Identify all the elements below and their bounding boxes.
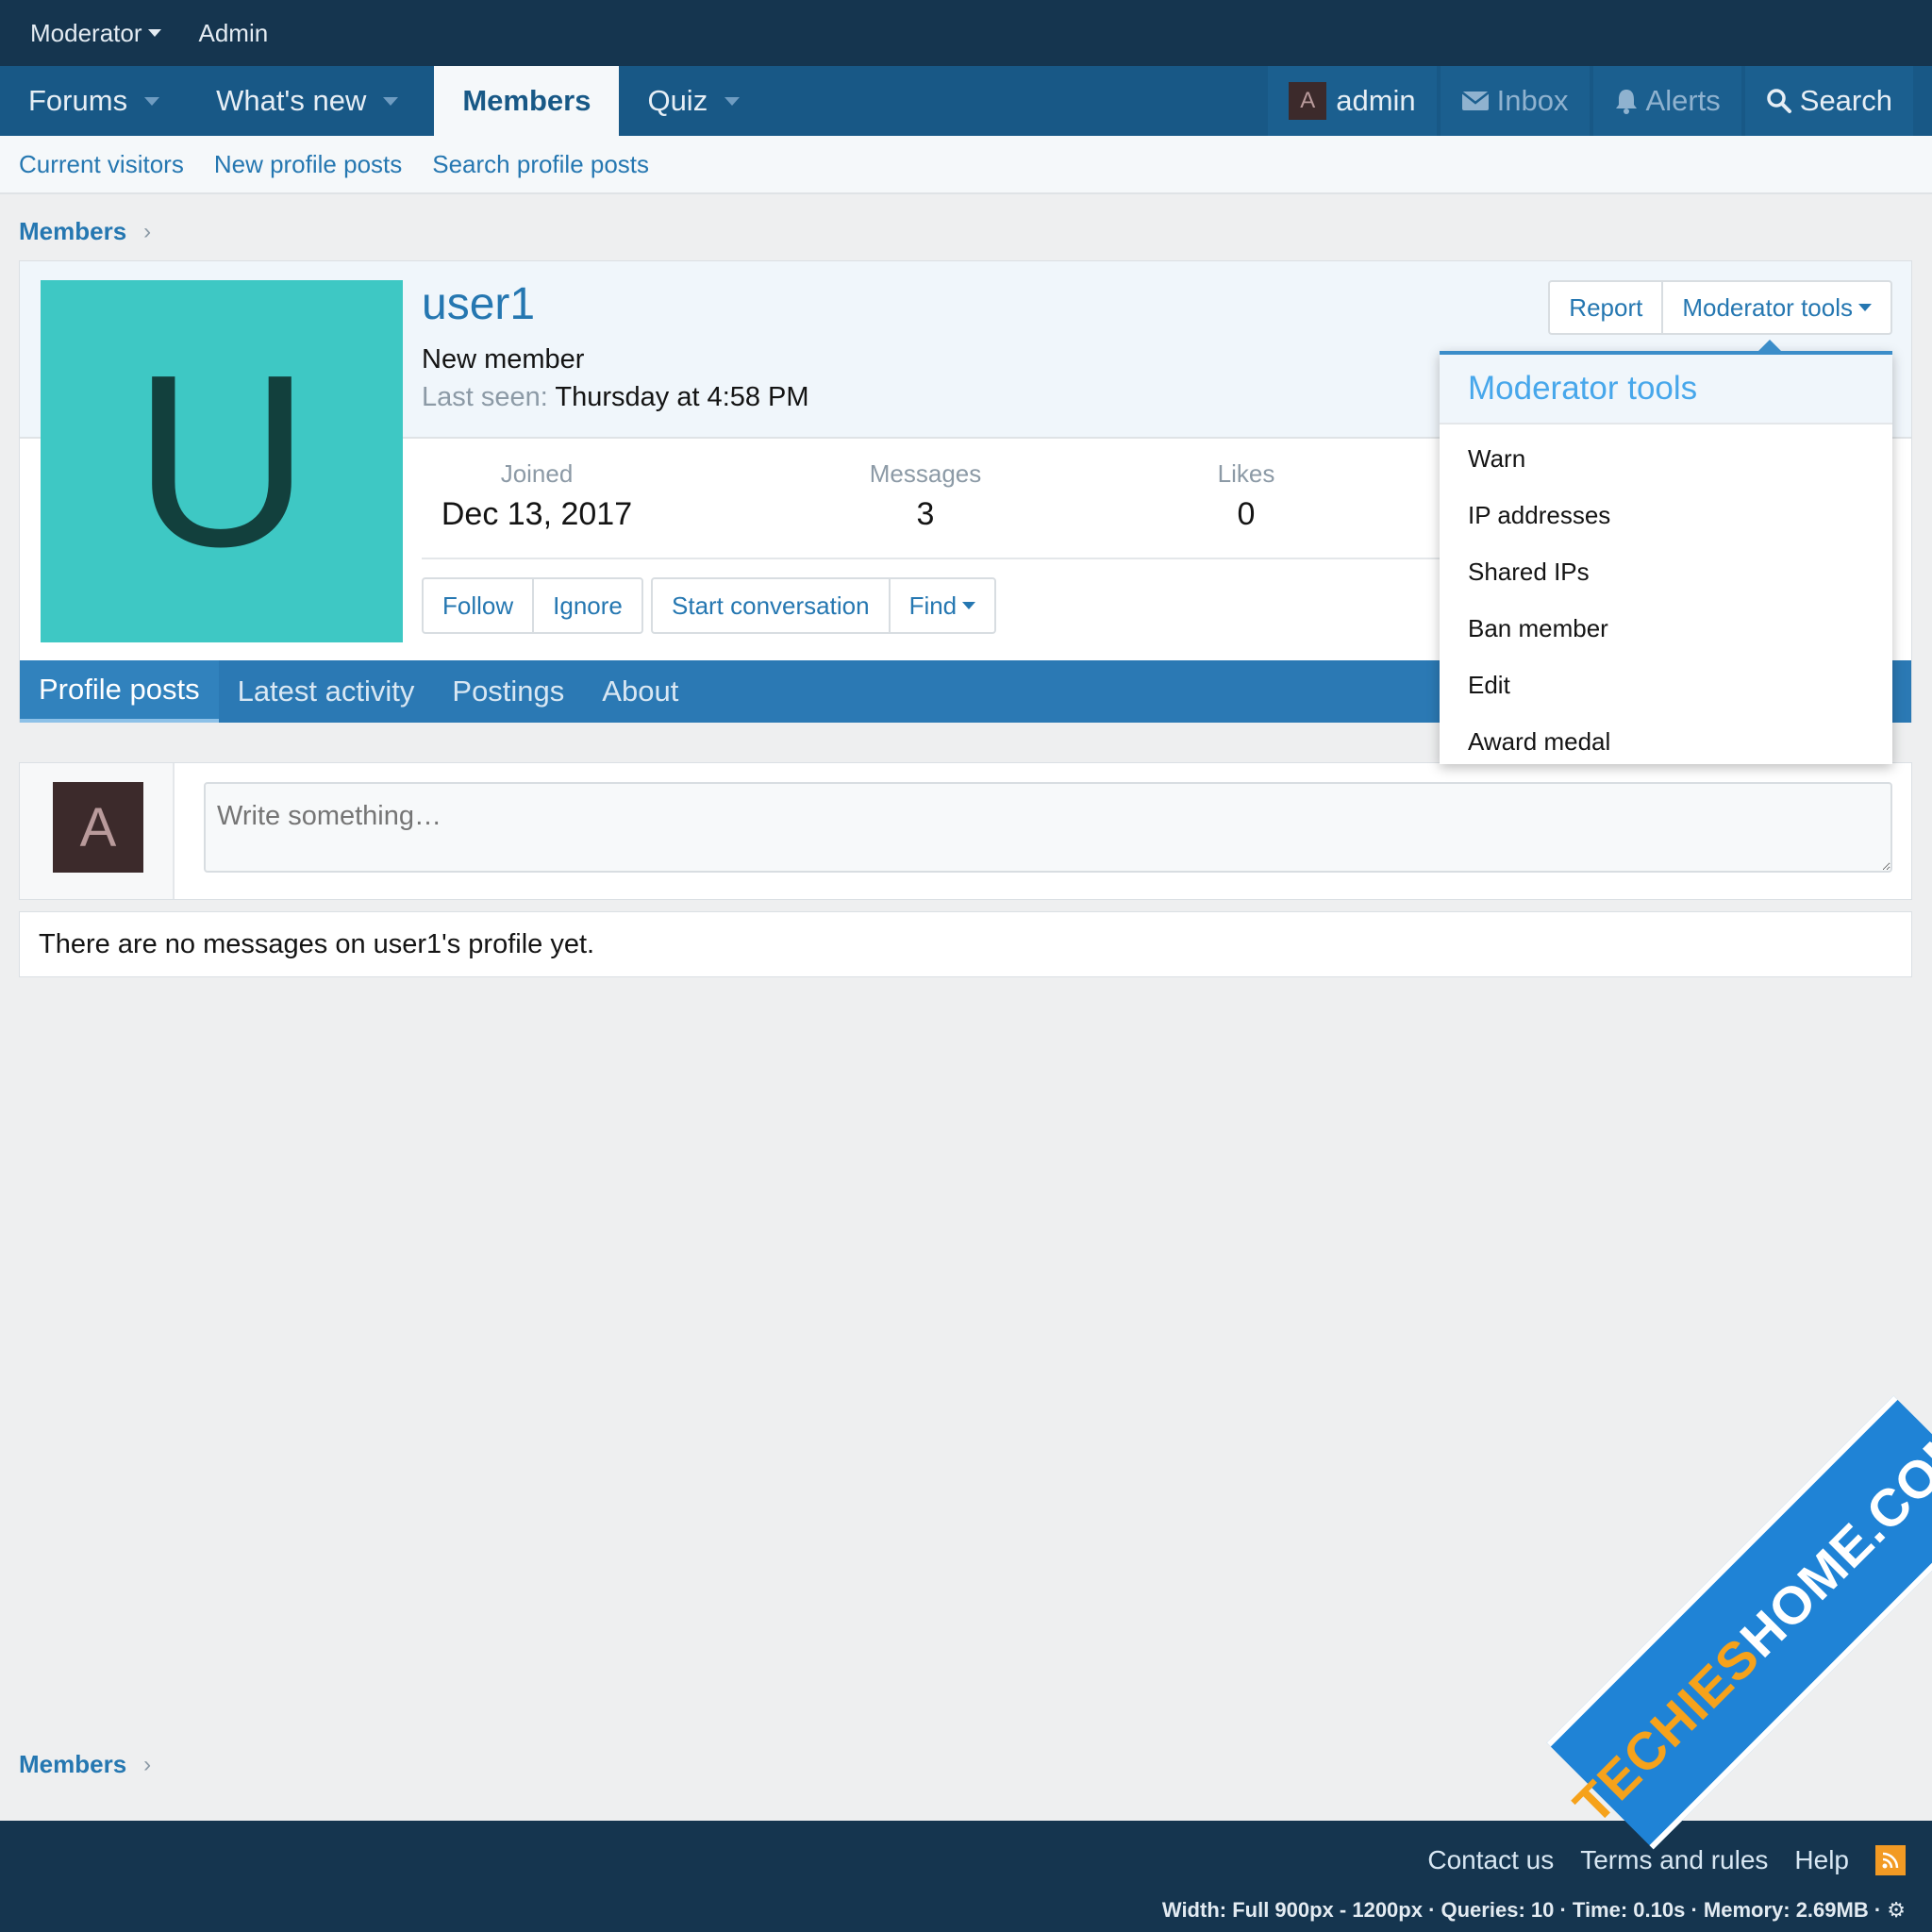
tab-latest-activity[interactable]: Latest activity (219, 660, 434, 723)
tab-about[interactable]: About (583, 660, 697, 723)
tab-label: Quiz (647, 84, 708, 117)
envelope-icon (1460, 91, 1490, 111)
rss-icon[interactable] (1875, 1845, 1906, 1875)
tab-label: Forums (28, 84, 128, 117)
chevron-down-icon (962, 602, 976, 609)
find-button[interactable]: Find (891, 579, 995, 632)
ignore-button[interactable]: Ignore (534, 579, 641, 632)
chevron-down-icon (147, 29, 161, 37)
moderator-menu-link[interactable]: Moderator (30, 19, 161, 48)
stat-value: 3 (916, 496, 935, 532)
moderator-tools-label: Moderator tools (1682, 292, 1853, 322)
follow-ignore-group: Follow Ignore (422, 577, 643, 634)
stat-label: Likes (1217, 459, 1275, 488)
account-nav: A admin Inbox Alerts Search (1264, 66, 1932, 136)
footer-links: Contact us Terms and rules Help (1401, 1845, 1906, 1875)
avatar[interactable]: U (41, 280, 403, 642)
inbox-label: Inbox (1496, 84, 1569, 117)
breadcrumb[interactable]: Members › (19, 217, 151, 246)
menu-arrow (1757, 340, 1783, 353)
stat-label: Joined (500, 459, 574, 488)
debug-info: Width: Full 900px - 1200px · Queries: 10… (1161, 1898, 1906, 1922)
new-profile-posts-link[interactable]: New profile posts (214, 150, 402, 179)
tab-members[interactable]: Members (434, 66, 620, 136)
menu-title: Moderator tools (1440, 355, 1892, 425)
search-link[interactable]: Search (1744, 66, 1913, 136)
breadcrumb-members[interactable]: Members (19, 1750, 126, 1779)
contact-us-link[interactable]: Contact us (1427, 1845, 1554, 1875)
chevron-down-icon[interactable] (144, 96, 160, 106)
divider (422, 558, 1459, 559)
chevron-down-icon[interactable] (724, 96, 741, 106)
menu-items: Warn IP addresses Shared IPs Ban member … (1440, 425, 1892, 770)
search-profile-posts-link[interactable]: Search profile posts (432, 150, 649, 179)
report-button[interactable]: Report (1550, 282, 1664, 333)
main-nav: Forums What's new Members Quiz A admin I… (0, 66, 1932, 136)
watermark-logo: TECHIES HOME.COM (1546, 1395, 1932, 1850)
stat-value: Dec 13, 2017 (441, 496, 633, 532)
menu-item-ip-addresses[interactable]: IP addresses (1440, 487, 1892, 543)
tab-forums[interactable]: Forums (0, 66, 188, 136)
member-actions: Report Moderator tools (1548, 280, 1892, 335)
write-something-input[interactable] (204, 782, 1892, 873)
breadcrumb-members[interactable]: Members (19, 217, 126, 246)
tab-whats-new[interactable]: What's new (188, 66, 426, 136)
stat-likes: Likes 0 (1152, 459, 1341, 533)
menu-item-shared-ips[interactable]: Shared IPs (1440, 543, 1892, 600)
post-avatar-column: A (20, 763, 175, 899)
search-icon (1766, 88, 1792, 114)
sub-nav: Current visitors New profile posts Searc… (0, 136, 1932, 194)
alerts-label: Alerts (1645, 84, 1721, 117)
watermark-rest: HOME.COM (1728, 1410, 1932, 1668)
menu-item-award-medal[interactable]: Award medal (1440, 713, 1892, 770)
empty-message: There are no messages on user1's profile… (19, 911, 1912, 977)
terms-link[interactable]: Terms and rules (1580, 1845, 1768, 1875)
last-seen: Last seen: Thursday at 4:58 PM (422, 382, 809, 413)
chevron-down-icon (1858, 304, 1872, 311)
menu-item-edit[interactable]: Edit (1440, 657, 1892, 713)
breadcrumb-bottom[interactable]: Members › (19, 1750, 151, 1779)
admin-link[interactable]: Admin (199, 19, 269, 48)
account-link[interactable]: A admin (1268, 66, 1437, 136)
tab-quiz[interactable]: Quiz (619, 66, 768, 136)
current-visitors-link[interactable]: Current visitors (19, 150, 184, 179)
last-seen-label: Last seen: (422, 382, 548, 412)
tab-profile-posts[interactable]: Profile posts (20, 660, 219, 723)
profile-post-form: A (19, 762, 1912, 900)
search-label: Search (1799, 84, 1892, 117)
help-link[interactable]: Help (1794, 1845, 1849, 1875)
avatar[interactable]: A (53, 782, 143, 873)
staff-bar: Moderator Admin (0, 0, 1932, 66)
chevron-right-icon: › (143, 1751, 152, 1777)
moderator-tools-button[interactable]: Moderator tools (1663, 282, 1890, 333)
avatar: A (1289, 82, 1327, 120)
menu-item-warn[interactable]: Warn (1440, 430, 1892, 487)
conversation-find-group: Start conversation Find (651, 577, 997, 634)
user-title: New member (422, 344, 585, 375)
account-name: admin (1336, 84, 1416, 117)
tab-postings[interactable]: Postings (433, 660, 583, 723)
bell-icon (1614, 88, 1639, 114)
alerts-link[interactable]: Alerts (1592, 66, 1741, 136)
menu-item-ban-member[interactable]: Ban member (1440, 600, 1892, 657)
moderator-label: Moderator (30, 18, 142, 47)
watermark-brand: TECHIES (1561, 1625, 1771, 1835)
inbox-link[interactable]: Inbox (1440, 66, 1590, 136)
chevron-down-icon[interactable] (383, 96, 399, 106)
stat-joined: Joined Dec 13, 2017 (422, 459, 652, 533)
follow-button[interactable]: Follow (424, 579, 535, 632)
start-conversation-button[interactable]: Start conversation (653, 579, 891, 632)
chevron-right-icon: › (143, 218, 152, 244)
stat-messages[interactable]: Messages 3 (803, 459, 1048, 533)
username: user1 (422, 279, 536, 329)
tab-label: What's new (216, 84, 367, 117)
find-label: Find (908, 591, 958, 620)
admin-label: Admin (198, 18, 269, 47)
tab-label: Members (462, 84, 591, 117)
moderator-tools-menu: Moderator tools Warn IP addresses Shared… (1440, 340, 1892, 764)
stat-value: 0 (1237, 496, 1256, 532)
last-seen-value: Thursday at 4:58 PM (555, 382, 809, 412)
stat-label: Messages (869, 459, 982, 488)
